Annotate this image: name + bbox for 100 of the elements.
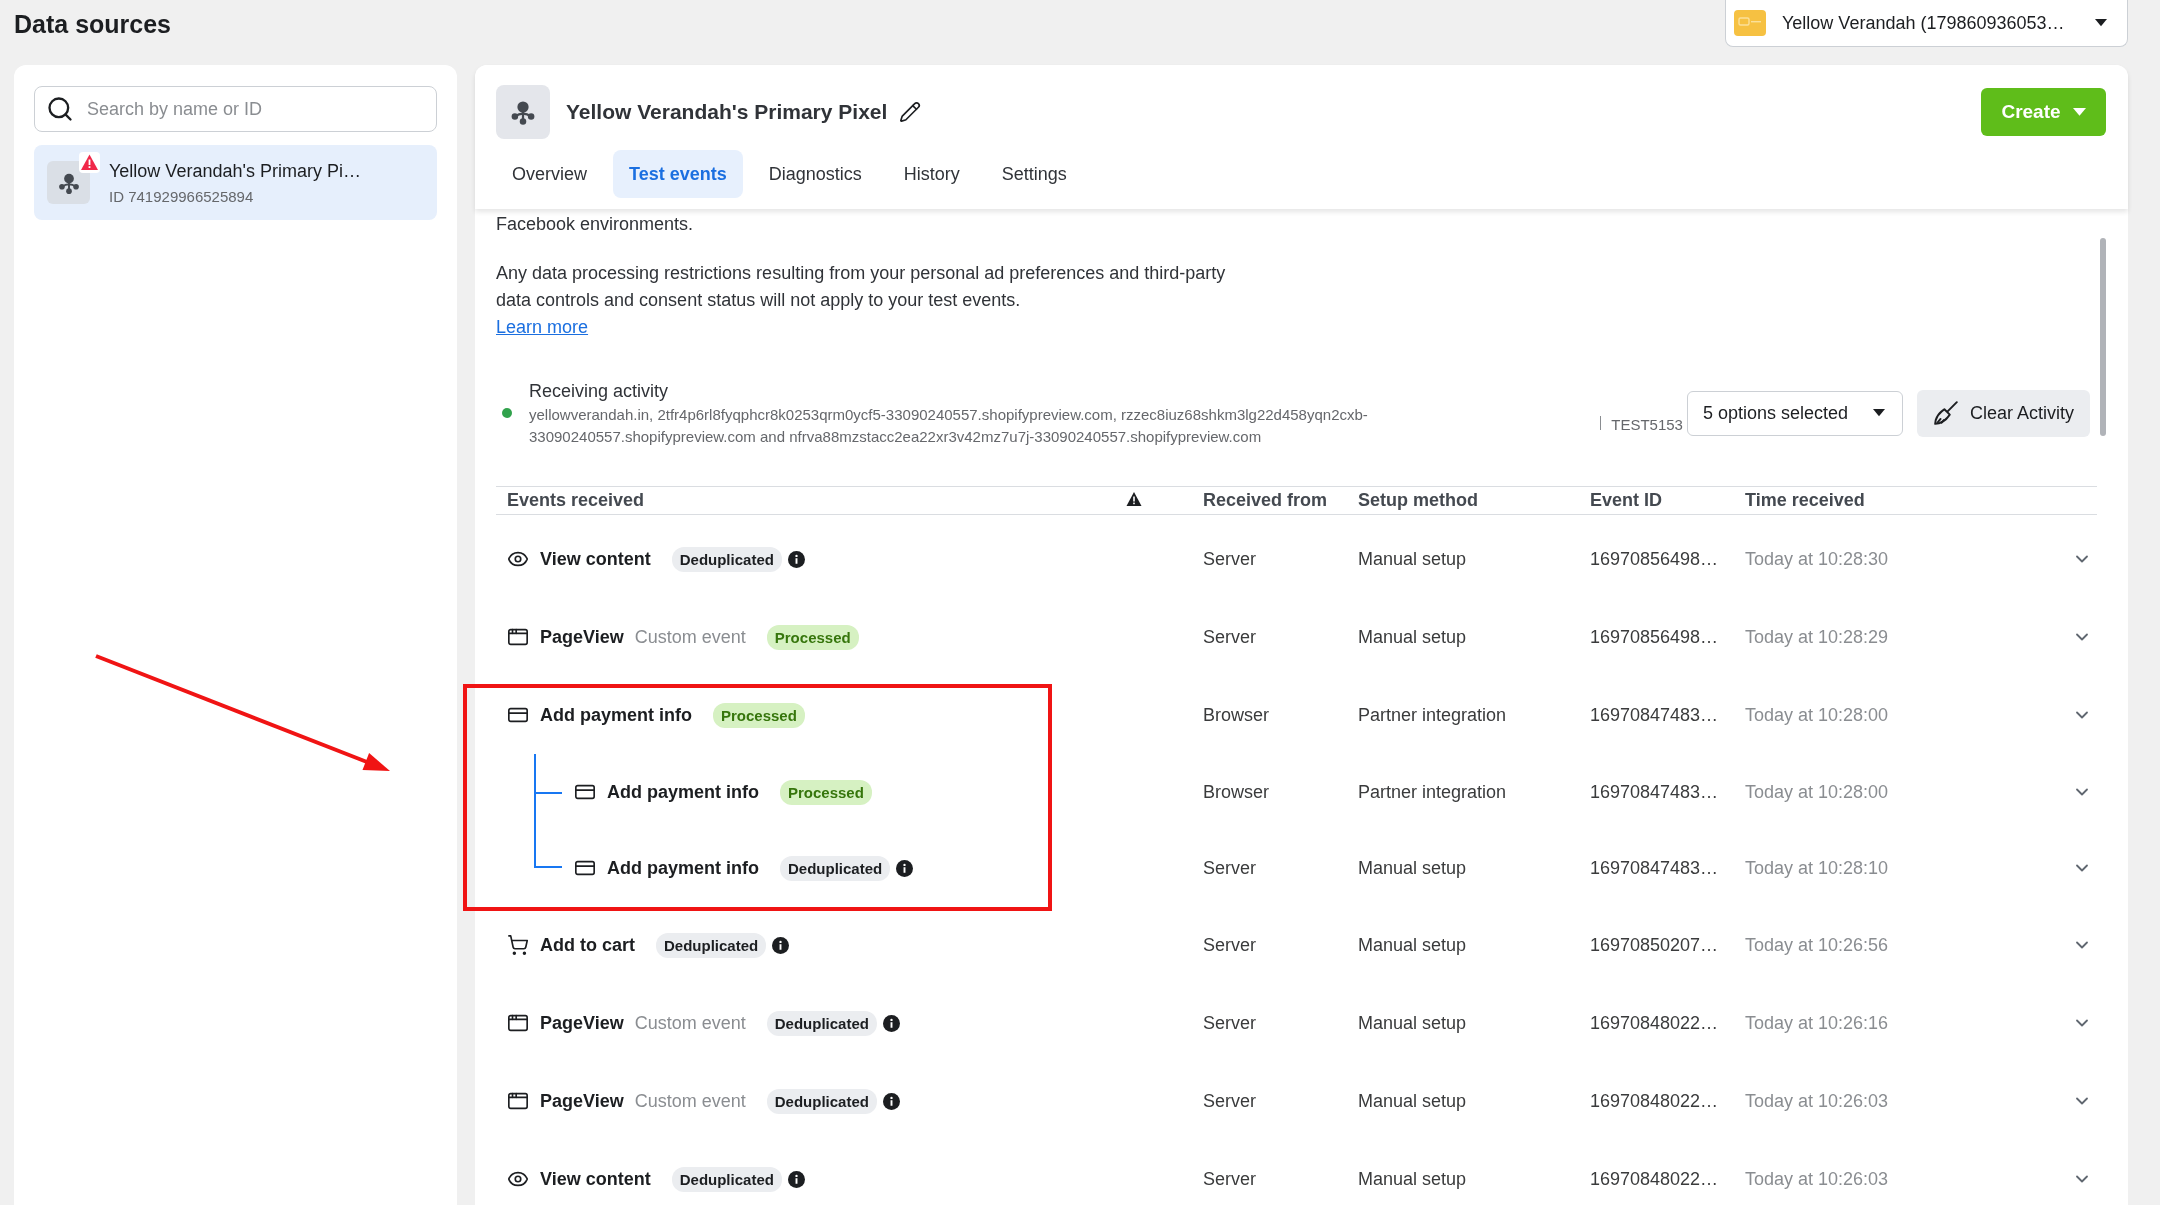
info-icon[interactable] (772, 936, 790, 954)
table-cell-text: Today at 10:28:00 (1745, 781, 1890, 803)
caret-down-icon (2072, 108, 2086, 116)
table-cell-text: 16970856498… (1590, 548, 1720, 570)
table-cell-text: 16970847483… (1590, 781, 1720, 803)
table-cell-text: Manual setup (1358, 1168, 1468, 1190)
table-cell-text: Server (1203, 626, 1257, 648)
table-cell-text: Today at 10:28:29 (1745, 626, 1890, 648)
notice-text: Any data processing restrictions resulting from your personal ad preferences and third-party data controls and consent status will not apply to your test events. (496, 262, 1227, 312)
table-cell-text: Server (1203, 1012, 1257, 1034)
tab[interactable]: History (887, 150, 976, 198)
status-badge: Processed (713, 702, 805, 728)
event-name: PageView (540, 1012, 624, 1034)
table-cell-text: 16970856498… (1590, 626, 1720, 648)
event-type-label: Custom event (634, 626, 746, 648)
learn-more-link[interactable]: Learn more (496, 314, 589, 341)
table-cell-text: Browser (1203, 781, 1270, 803)
test-code: TEST5153 (1611, 415, 1683, 433)
table-cell-text: Today at 10:28:30 (1745, 548, 1890, 570)
table-cell-text: 16970850207… (1590, 934, 1720, 956)
table-cell-text: Browser (1203, 704, 1270, 726)
table-cell-text: Today at 10:28:10 (1745, 857, 1890, 879)
info-icon[interactable] (896, 859, 914, 877)
table-cell-text: Manual setup (1358, 1012, 1468, 1034)
event-name: Add to cart (540, 934, 635, 956)
data-source-id: ID 741929966525894 (109, 187, 255, 205)
table-cell-text: 16970847483… (1590, 857, 1720, 879)
status-badge: Deduplicated (656, 932, 767, 958)
table-cell-text: Server (1203, 1090, 1257, 1112)
tab[interactable]: Overview (496, 150, 603, 198)
event-name: View content (540, 1168, 651, 1190)
table-cell-text: Server (1203, 548, 1257, 570)
column-header: Received from (1203, 490, 1329, 511)
status-badge: Deduplicated (766, 1010, 877, 1036)
table-cell-text: 16970847483… (1590, 704, 1720, 726)
column-header: Events received (507, 490, 646, 511)
tab[interactable]: Settings (985, 150, 1083, 198)
pixel-title: Yellow Verandah's Primary Pixel (566, 100, 888, 124)
table-cell-text: Manual setup (1358, 626, 1468, 648)
status-badge: Deduplicated (766, 1088, 877, 1114)
search-icon (46, 95, 74, 123)
filter-dropdown[interactable]: 5 options selected (1686, 390, 1903, 436)
search-field[interactable]: Search by name or ID (34, 86, 437, 132)
column-header: Event ID (1590, 490, 1664, 511)
table-cell-text: Server (1203, 857, 1257, 879)
column-header: Setup method (1358, 490, 1479, 511)
table-cell-text: 16970848022… (1590, 1012, 1720, 1034)
browser-window-icon (507, 1012, 529, 1034)
event-type-label: Custom event (634, 1012, 746, 1034)
table-cell-text: Today at 10:26:16 (1745, 1012, 1890, 1034)
info-icon[interactable] (882, 1092, 900, 1110)
pencil-icon[interactable] (899, 101, 922, 123)
table-cell-text: Today at 10:26:56 (1745, 934, 1890, 956)
account-selector[interactable]: Yellow Verandah (179860936053… (1725, 0, 2128, 47)
shopping-cart-icon (507, 934, 529, 956)
domain-list: yellowverandah.in, 2tfr4p6rl8fyqphcr8k0253qrm0ycf5-33090240557.shopifypreview.com, rzzec8iuz68shkm3lg22d458yqn2cxb-33090240557.shopifypreview.com and nfrva88mzstacc2ea22xr3v42mz7u7j-33090240557.shopifypreview.com (529, 404, 1459, 448)
event-name: View content (540, 548, 651, 570)
info-icon[interactable] (787, 1170, 805, 1188)
table-cell-text: Manual setup (1358, 1090, 1468, 1112)
table-cell-text: Partner integration (1358, 781, 1508, 803)
column-header: Time received (1745, 490, 1866, 511)
status-badge: Processed (780, 779, 872, 805)
table-cell-text: Today at 10:28:00 (1745, 704, 1890, 726)
event-name: PageView (540, 1090, 624, 1112)
event-name: PageView (540, 626, 624, 648)
data-source-name: Yellow Verandah's Primary Pi… (109, 160, 361, 182)
status-badge: Deduplicated (671, 1166, 782, 1192)
table-cell-text: Manual setup (1358, 934, 1468, 956)
data-source-item[interactable]: Yellow Verandah's Primary Pi… ID 741929966525894 (34, 145, 437, 220)
info-icon[interactable] (787, 550, 805, 568)
tab[interactable]: Test events (613, 150, 743, 198)
table-cell-text: Manual setup (1358, 548, 1468, 570)
event-type-label: Custom event (634, 1090, 746, 1112)
card-icon (1734, 10, 1766, 36)
status-badge: Processed (766, 624, 859, 650)
page-title: Data sources (14, 8, 172, 39)
broom-icon (1932, 400, 1959, 426)
clear-activity-button[interactable]: Clear Activity (1916, 389, 2090, 437)
table-cell-text: Partner integration (1358, 704, 1508, 726)
table-cell-text: Today at 10:26:03 (1745, 1090, 1890, 1112)
caret-down-icon (2095, 19, 2107, 27)
table-cell-text: Manual setup (1358, 857, 1468, 879)
info-icon[interactable] (882, 1014, 900, 1032)
table-cell-text: Today at 10:26:03 (1745, 1168, 1890, 1190)
status-badge: Deduplicated (780, 855, 891, 881)
warning-icon (1126, 490, 1142, 507)
notice-text: Facebook environments. (496, 213, 695, 236)
status-badge: Deduplicated (671, 546, 782, 572)
table-cell-text: 16970848022… (1590, 1168, 1720, 1190)
table-cell-text: Server (1203, 1168, 1257, 1190)
table-cell-text: 16970848022… (1590, 1090, 1720, 1112)
caret-down-icon (1872, 409, 1885, 417)
activity-status: Receiving activity (529, 380, 670, 403)
scrollbar-thumb[interactable] (2100, 238, 2106, 436)
browser-window-icon (507, 1090, 529, 1112)
browser-window-icon (507, 626, 529, 648)
table-cell-text: Server (1203, 934, 1257, 956)
event-name: Add payment info (540, 704, 692, 726)
tab[interactable]: Diagnostics (752, 150, 878, 198)
event-name: Add payment info (607, 857, 759, 879)
